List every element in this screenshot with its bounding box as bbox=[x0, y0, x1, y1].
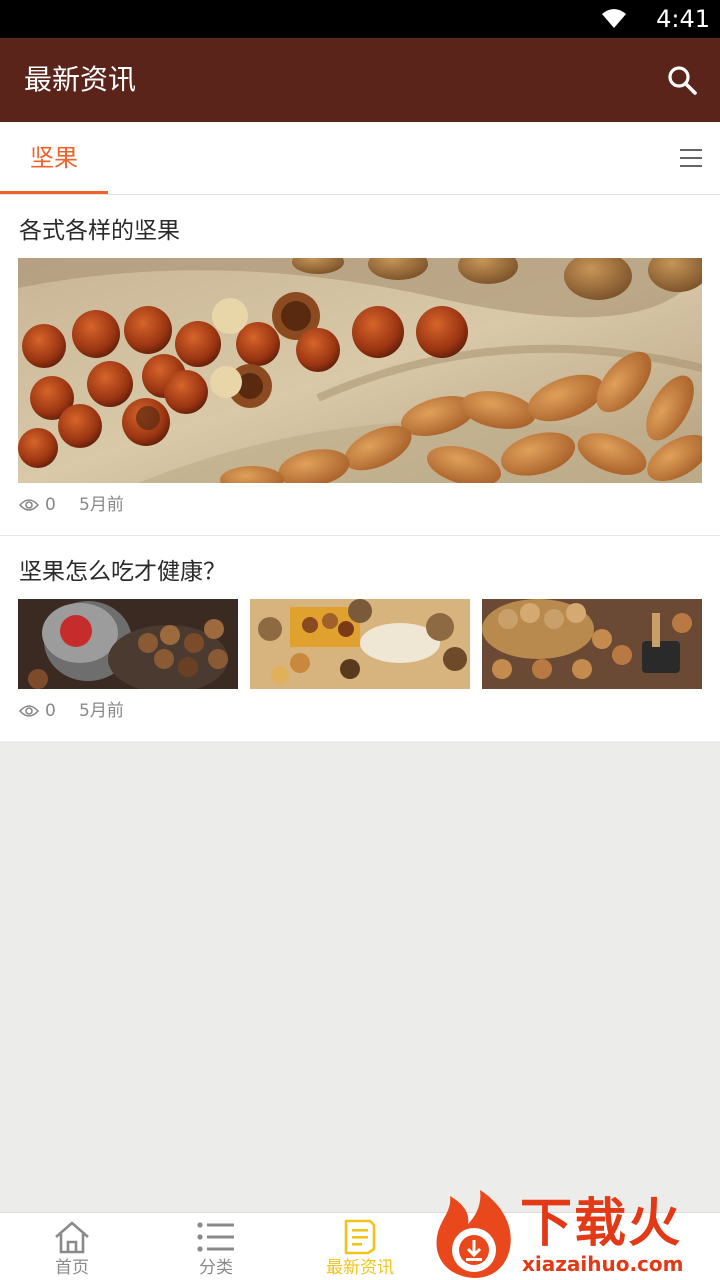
article-thumbnail bbox=[250, 599, 470, 689]
article-thumbnail bbox=[18, 599, 238, 689]
nav-item-home[interactable]: 首页 bbox=[0, 1213, 144, 1280]
article-list: 各式各样的坚果 0 5月前 坚果怎么吃才健康？ 0 5月前 bbox=[0, 195, 720, 741]
article-card[interactable]: 坚果怎么吃才健康？ 0 5月前 bbox=[0, 536, 720, 741]
list-icon bbox=[197, 1222, 234, 1252]
search-icon[interactable] bbox=[666, 64, 698, 96]
time-ago: 5月前 bbox=[79, 701, 124, 721]
hamburger-menu-icon[interactable] bbox=[680, 148, 702, 168]
flame-logo-icon bbox=[436, 1190, 511, 1278]
page-title: 最新资讯 bbox=[24, 63, 137, 96]
eye-icon bbox=[19, 499, 39, 511]
wifi-icon bbox=[602, 9, 626, 28]
article-thumbnail bbox=[482, 599, 702, 689]
eye-icon bbox=[19, 705, 39, 717]
watermark-site: xiazaihuo.com bbox=[522, 1252, 684, 1276]
nav-label: 首页 bbox=[55, 1258, 89, 1278]
tab-nuts[interactable]: 坚果 bbox=[0, 122, 108, 194]
view-count: 0 bbox=[45, 495, 56, 515]
category-tab-strip: 坚果 bbox=[0, 122, 720, 195]
view-count: 0 bbox=[45, 701, 56, 721]
tab-active-indicator bbox=[0, 191, 108, 194]
tab-label: 坚果 bbox=[30, 144, 78, 172]
article-hero-image bbox=[18, 258, 702, 483]
watermark: 下载火 xiazaihuo.com bbox=[426, 1186, 720, 1280]
nav-label: 最新资讯 bbox=[326, 1258, 394, 1278]
watermark-brand: 下载火 bbox=[520, 1194, 683, 1254]
time-ago: 5月前 bbox=[79, 495, 124, 515]
home-icon bbox=[55, 1221, 89, 1254]
article-title: 各式各样的坚果 bbox=[19, 218, 180, 244]
nav-item-category[interactable]: 分类 bbox=[144, 1213, 288, 1280]
status-bar: 4:41 bbox=[0, 0, 720, 38]
nav-label: 分类 bbox=[199, 1258, 233, 1278]
clock: 4:41 bbox=[656, 5, 710, 33]
app-bar: 最新资讯 bbox=[0, 38, 720, 122]
document-icon bbox=[344, 1219, 376, 1255]
nav-item-latest-news[interactable]: 最新资讯 bbox=[288, 1213, 432, 1280]
article-card[interactable]: 各式各样的坚果 0 5月前 bbox=[0, 195, 720, 536]
article-thumbnails bbox=[18, 599, 702, 689]
article-title: 坚果怎么吃才健康？ bbox=[19, 559, 226, 585]
